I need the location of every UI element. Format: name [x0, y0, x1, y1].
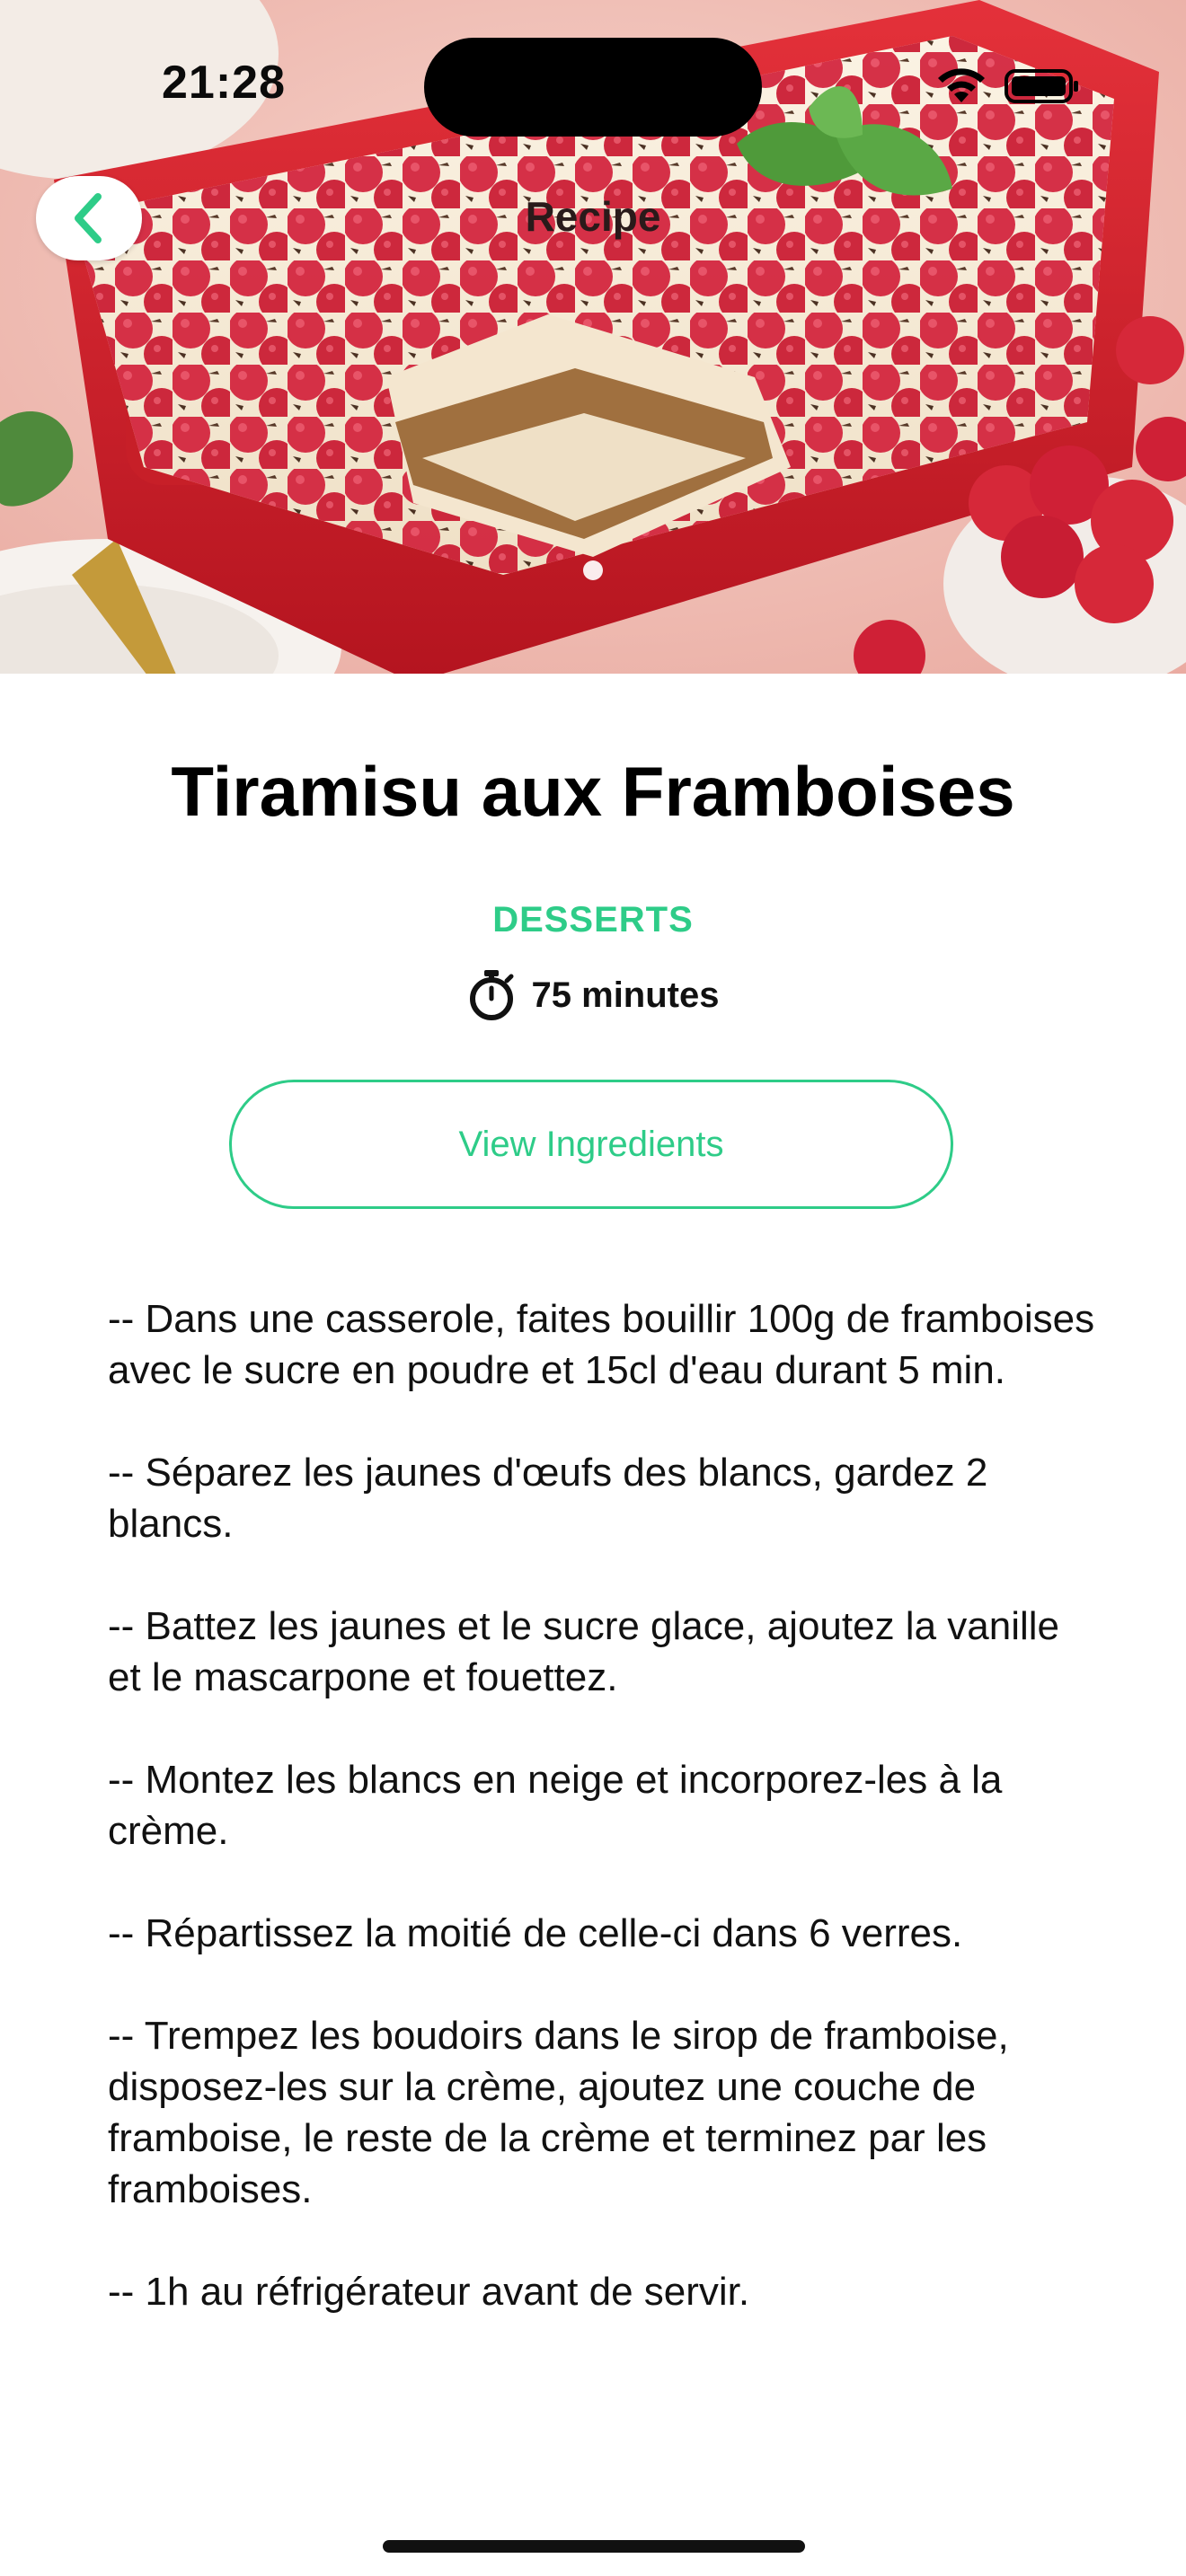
status-bar: 21:28	[0, 0, 1186, 137]
view-ingredients-button[interactable]: View Ingredients	[229, 1080, 953, 1209]
recipe-instructions: -- Dans une casserole, faites bouillir 1…	[108, 1293, 1096, 2369]
recipe-duration: 75 minutes	[0, 968, 1186, 1022]
duration-text: 75 minutes	[531, 975, 720, 1015]
instruction-step: -- Répartissez la moitié de celle-ci dan…	[108, 1911, 963, 1955]
instruction-step: -- Dans une casserole, faites bouillir 1…	[108, 1297, 1095, 1392]
recipe-title: Tiramisu aux Framboises	[171, 752, 1015, 831]
instruction-step: -- Battez les jaunes et le sucre glace, …	[108, 1604, 1060, 1699]
home-indicator[interactable]	[383, 2540, 805, 2553]
battery-icon	[1005, 69, 1078, 103]
nav-bar: Recipe	[0, 171, 1186, 269]
stopwatch-icon	[469, 970, 514, 1020]
page-indicator-dot	[583, 560, 603, 580]
status-time: 21:28	[162, 57, 286, 109]
instruction-step: -- Séparez les jaunes d'œufs des blancs,…	[108, 1451, 988, 1546]
status-icons	[934, 66, 1080, 106]
instruction-step: -- 1h au réfrigérateur avant de servir.	[108, 2270, 750, 2314]
dynamic-island	[424, 38, 762, 137]
instruction-step: -- Montez les blancs en neige et incorpo…	[108, 1758, 1003, 1853]
recipe-category: DESSERTS	[492, 900, 694, 940]
nav-title: Recipe	[525, 193, 661, 240]
wifi-icon	[938, 68, 985, 102]
instruction-step: -- Trempez les boudoirs dans le sirop de…	[108, 2014, 1009, 2211]
